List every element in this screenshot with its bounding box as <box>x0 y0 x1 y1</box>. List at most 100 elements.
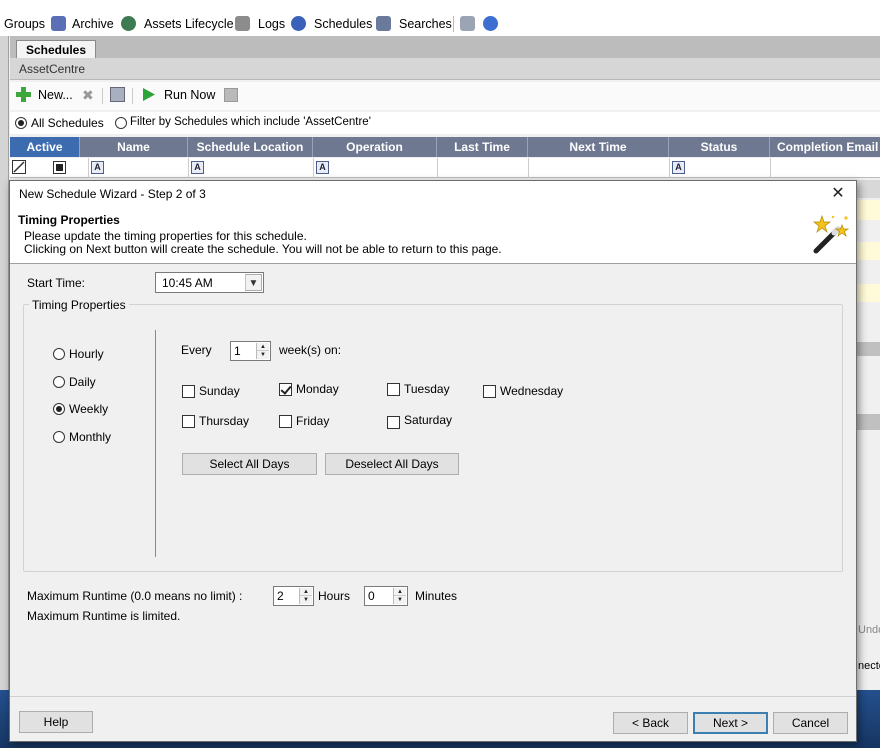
tuesday-label[interactable]: Tuesday <box>404 382 450 396</box>
daily-radio[interactable] <box>53 376 65 388</box>
cell-separator <box>313 158 314 178</box>
friday-label[interactable]: Friday <box>296 414 329 428</box>
monday-label[interactable]: Monday <box>296 382 339 396</box>
chevron-up-icon[interactable]: ▲ <box>394 588 406 596</box>
column-active[interactable]: Active <box>10 137 80 157</box>
menu-logs[interactable]: Logs <box>258 14 285 34</box>
properties-icon[interactable] <box>110 87 125 102</box>
all-schedules-label[interactable]: All Schedules <box>31 116 104 130</box>
hours-stepper[interactable]: 2 ▲ ▼ <box>273 586 314 606</box>
toolbar-separator <box>132 88 133 104</box>
footer-separator <box>10 696 856 697</box>
background-row-highlight <box>857 200 880 220</box>
cell-separator <box>437 158 438 178</box>
thursday-checkbox[interactable] <box>182 415 195 428</box>
saturday-checkbox[interactable] <box>387 416 400 429</box>
chevron-down-icon[interactable]: ▼ <box>245 274 262 291</box>
menu-schedules[interactable]: Schedules <box>314 14 372 34</box>
wednesday-label[interactable]: Wednesday <box>500 384 563 398</box>
tuesday-checkbox[interactable] <box>387 383 400 396</box>
stop-icon[interactable] <box>224 88 238 102</box>
background-undo-button: Undo <box>858 624 880 636</box>
hourly-label[interactable]: Hourly <box>69 347 104 361</box>
tab-strip <box>10 36 880 58</box>
menu-groups[interactable]: Groups <box>4 14 45 34</box>
add-icon <box>16 87 31 102</box>
column-next-time[interactable]: Next Time <box>528 137 669 157</box>
active-filter-box <box>56 164 63 171</box>
background-pane-edge <box>857 414 880 430</box>
column-last-time[interactable]: Last Time <box>437 137 528 157</box>
edit-icon[interactable] <box>460 16 475 31</box>
back-button[interactable]: < Back <box>613 712 688 734</box>
logs-icon <box>235 16 250 31</box>
breadcrumb: AssetCentre <box>10 58 880 80</box>
chevron-down-icon[interactable]: ▼ <box>300 596 312 604</box>
thursday-label[interactable]: Thursday <box>199 414 249 428</box>
filter-schedules-radio[interactable] <box>115 117 127 129</box>
start-time-value: 10:45 AM <box>162 276 213 290</box>
weekly-label[interactable]: Weekly <box>69 402 108 416</box>
column-status[interactable]: Status <box>669 137 770 157</box>
timing-properties-group-label: Timing Properties <box>29 298 129 312</box>
deselect-all-days-button[interactable]: Deselect All Days <box>325 453 459 475</box>
chevron-down-icon[interactable]: ▼ <box>394 596 406 604</box>
saturday-label[interactable]: Saturday <box>404 413 452 427</box>
wizard-description-line-1: Please update the timing properties for … <box>24 229 307 243</box>
status-filter-icon[interactable]: A <box>672 161 685 174</box>
filter-schedules-label[interactable]: Filter by Schedules which include 'Asset… <box>130 116 371 128</box>
daily-label[interactable]: Daily <box>69 375 96 389</box>
sunday-checkbox[interactable] <box>182 385 195 398</box>
start-time-combobox[interactable]: 10:45 AM ▼ <box>155 272 264 293</box>
minutes-stepper[interactable]: 0 ▲ ▼ <box>364 586 408 606</box>
chevron-up-icon[interactable]: ▲ <box>257 343 269 351</box>
run-now-button[interactable]: Run Now <box>164 88 215 102</box>
delete-icon[interactable]: ✖ <box>82 88 96 102</box>
cancel-button[interactable]: Cancel <box>773 712 848 734</box>
sunday-label[interactable]: Sunday <box>199 384 240 398</box>
location-filter-icon[interactable]: A <box>191 161 204 174</box>
cell-separator <box>528 158 529 178</box>
new-button[interactable]: New... <box>38 88 73 102</box>
monday-checkbox[interactable] <box>279 383 292 396</box>
name-filter-icon[interactable]: A <box>91 161 104 174</box>
operation-filter-icon[interactable]: A <box>316 161 329 174</box>
column-name[interactable]: Name <box>80 137 188 157</box>
wizard-description-line-2: Clicking on Next button will create the … <box>24 242 502 256</box>
new-schedule-wizard-dialog: New Schedule Wizard - Step 2 of 3 ✕ Timi… <box>9 180 857 742</box>
toolbar-separator <box>102 88 103 104</box>
monthly-radio[interactable] <box>53 431 65 443</box>
stepper-arrows: ▲ ▼ <box>299 588 312 604</box>
max-runtime-status: Maximum Runtime is limited. <box>27 609 181 623</box>
chevron-up-icon[interactable]: ▲ <box>300 588 312 596</box>
select-all-days-button[interactable]: Select All Days <box>182 453 317 475</box>
dialog-title: New Schedule Wizard - Step 2 of 3 <box>19 187 206 201</box>
every-weeks-stepper[interactable]: 1 ▲ ▼ <box>230 341 271 361</box>
weekly-radio[interactable] <box>53 403 65 415</box>
timing-properties-group <box>23 304 843 572</box>
column-schedule-location[interactable]: Schedule Location <box>188 137 313 157</box>
wednesday-checkbox[interactable] <box>483 385 496 398</box>
monthly-label[interactable]: Monthly <box>69 430 111 444</box>
friday-checkbox[interactable] <box>279 415 292 428</box>
tab-schedules[interactable]: Schedules <box>16 40 96 59</box>
hours-value: 2 <box>277 589 284 603</box>
menu-searches[interactable]: Searches <box>399 14 452 34</box>
cell-separator <box>88 158 89 178</box>
menu-archive[interactable]: Archive <box>72 14 114 34</box>
start-time-label: Start Time: <box>27 276 86 290</box>
column-operation[interactable]: Operation <box>313 137 437 157</box>
column-completion-email[interactable]: Completion Email L <box>770 137 880 157</box>
menu-separator <box>453 16 454 32</box>
dialog-titlebar: New Schedule Wizard - Step 2 of 3 ✕ <box>10 181 856 207</box>
help-button[interactable]: Help <box>19 711 93 733</box>
hourly-radio[interactable] <box>53 348 65 360</box>
next-button[interactable]: Next > <box>693 712 768 734</box>
help-icon[interactable] <box>483 16 498 31</box>
all-schedules-radio[interactable] <box>15 117 27 129</box>
close-icon[interactable]: ✕ <box>828 184 848 204</box>
cell-separator <box>188 158 189 178</box>
menu-assets-lifecycle[interactable]: Assets Lifecycle <box>144 14 234 34</box>
magic-wand-icon <box>808 213 852 257</box>
chevron-down-icon[interactable]: ▼ <box>257 351 269 359</box>
